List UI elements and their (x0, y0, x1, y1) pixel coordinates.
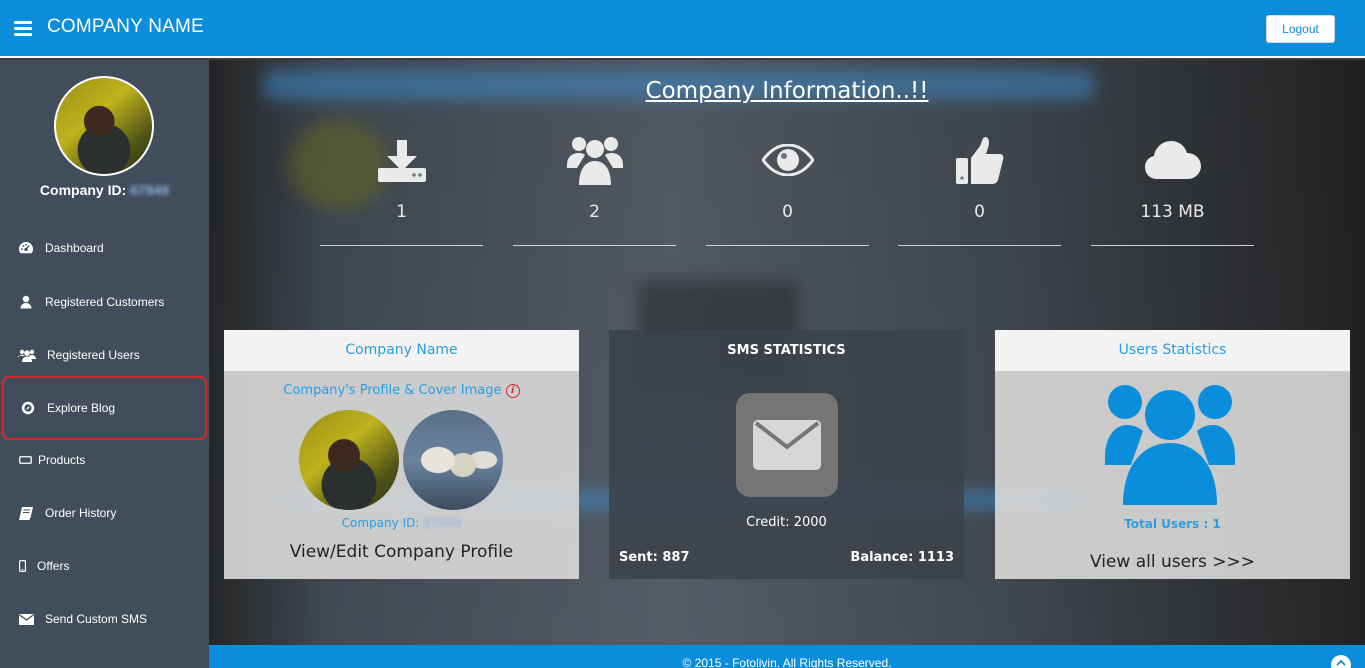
users-group-icon (1105, 385, 1235, 509)
profile-cover-label: Company's Profile & Cover Image (283, 383, 502, 398)
stat-value: 0 (974, 202, 985, 222)
sidebar-item-label: Registered Customers (45, 295, 165, 309)
sms-statistics-card: SMS STATISTICS Credit: 2000 Sent: 887 Ba… (609, 330, 964, 579)
sidebar-item-order-history[interactable]: Order History (0, 488, 209, 538)
sidebar-item-label: Order History (45, 506, 117, 520)
top-bar: COMPANY NAME Logout (0, 0, 1365, 58)
cover-image (403, 410, 503, 510)
stat-likes: 0 (898, 130, 1061, 246)
stat-value: 2 (589, 202, 600, 222)
dashboard-icon (18, 240, 34, 256)
chevron-up-icon (1336, 659, 1346, 666)
stat-value: 113 MB (1140, 202, 1205, 222)
stat-users: 2 (513, 130, 676, 246)
sms-balance: Balance: 1113 (850, 550, 954, 565)
profile-cover-link[interactable]: Company's Profile & Cover Image i (224, 383, 579, 398)
users-icon (18, 347, 36, 363)
company-id-label: Company ID: (341, 516, 420, 530)
brand-name: COMPANY NAME (47, 16, 204, 37)
sidebar-item-label: Send Custom SMS (45, 612, 148, 626)
sidebar-item-label: Registered Users (47, 348, 140, 362)
users-statistics-card: Users Statistics Total Users : 1 View al… (995, 330, 1350, 579)
envelope-icon (736, 393, 838, 497)
sidebar-company-id: Company ID: 67849 (0, 182, 209, 198)
footer: © 2015 - Fotolivin. All Rights Reserved. (209, 645, 1365, 668)
sidebar-item-label: Dashboard (45, 241, 104, 255)
company-id-label: Company ID: (39, 182, 127, 198)
main-content: Company Information..!! 1 2 0 0 113 MB C… (209, 60, 1365, 645)
cloud-icon (1091, 130, 1254, 190)
stat-views: 0 (706, 130, 869, 246)
view-all-users-link[interactable]: View all users >>> (995, 552, 1350, 572)
compass-icon (20, 400, 36, 416)
company-card: Company Name Company's Profile & Cover I… (224, 330, 579, 579)
avatar (54, 76, 154, 176)
sidebar-item-offers[interactable]: Offers (0, 541, 209, 591)
scroll-to-top-button[interactable] (1331, 655, 1351, 668)
stat-storage: 113 MB (1091, 130, 1254, 246)
users-card-heading: Users Statistics (995, 330, 1350, 371)
sidebar-item-registered-customers[interactable]: Registered Customers (0, 277, 209, 327)
user-icon (18, 294, 34, 310)
mobile-icon (18, 558, 26, 574)
sidebar-item-explore-blog[interactable]: Explore Blog (2, 376, 207, 440)
eye-icon (706, 130, 869, 190)
book-icon (18, 505, 34, 521)
users-icon (513, 130, 676, 190)
copyright-text: © 2015 - Fotolivin. All Rights Reserved. (682, 656, 892, 668)
hamburger-menu-icon[interactable] (14, 21, 32, 36)
product-icon (18, 452, 32, 468)
sms-sent: Sent: 887 (619, 550, 690, 565)
thumbs-up-icon (898, 130, 1061, 190)
sidebar-item-registered-users[interactable]: Registered Users (0, 330, 209, 380)
total-users: Total Users : 1 (1124, 517, 1221, 531)
info-icon[interactable]: i (505, 383, 520, 398)
view-edit-profile-link[interactable]: View/Edit Company Profile (224, 542, 579, 562)
company-card-id: Company ID: 67849 (224, 516, 579, 530)
sms-card-heading: SMS STATISTICS (727, 343, 846, 358)
sidebar-item-dashboard[interactable]: Dashboard (0, 223, 209, 273)
sidebar-item-label: Explore Blog (47, 401, 116, 415)
stat-value: 1 (396, 202, 407, 222)
stat-value: 0 (782, 202, 793, 222)
logout-button[interactable]: Logout (1266, 15, 1335, 43)
company-card-heading: Company Name (224, 330, 579, 371)
stat-downloads: 1 (320, 130, 483, 246)
envelope-icon (18, 611, 34, 627)
sidebar-item-label: Products (38, 453, 86, 467)
sidebar-item-label: Offers (37, 559, 70, 573)
company-id-value: 67849 (423, 516, 462, 530)
sidebar-item-products[interactable]: Products (0, 435, 209, 485)
sidebar-item-send-custom-sms[interactable]: Send Custom SMS (0, 594, 209, 644)
page-title: Company Information..!! (645, 78, 929, 104)
sms-credit: Credit: 2000 (746, 515, 827, 530)
sidebar: Company ID: 67849 Dashboard Registered C… (0, 60, 209, 668)
profile-image (299, 410, 399, 510)
company-id-value: 67849 (130, 182, 170, 198)
download-icon (320, 130, 483, 190)
